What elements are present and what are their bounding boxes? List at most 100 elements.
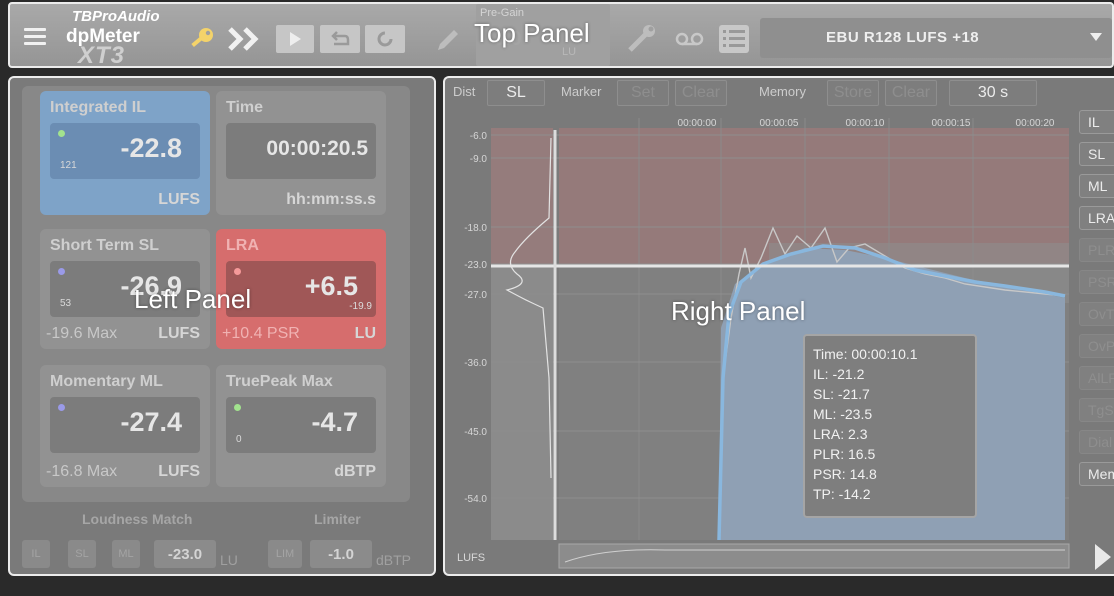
logo: TBProAudio dpMeter XT3 <box>58 8 186 66</box>
integrated-il-unit: LUFS <box>158 191 200 208</box>
truepeak-tile[interactable]: TruePeak Max 0 -4.7 dBTP <box>216 365 386 487</box>
side-button-tgst[interactable]: TgSt <box>1079 398 1114 422</box>
time-tick-label: 00:00:05 <box>760 118 799 129</box>
lra-low: -19.9 <box>349 301 372 312</box>
right-panel-label: Right Panel <box>671 296 806 326</box>
match-unit: LU <box>220 552 238 568</box>
logo-version: XT3 <box>78 42 126 68</box>
undo-button[interactable] <box>320 25 360 53</box>
truepeak-count: 0 <box>236 434 242 445</box>
play-icon <box>290 32 301 46</box>
limiter-button[interactable]: LIM <box>268 540 302 568</box>
chevron-down-icon <box>1090 33 1102 41</box>
time-tick-label: 00:00:20 <box>1016 118 1055 129</box>
time-value: 00:00:20.5 <box>266 137 368 160</box>
integrated-il-count: 121 <box>60 160 77 171</box>
truepeak-display: 0 -4.7 <box>226 397 376 453</box>
status-dot <box>58 404 65 411</box>
momentary-display: -27.4 <box>50 397 200 453</box>
truepeak-unit: dBTP <box>334 463 376 480</box>
short-term-count: 53 <box>60 298 72 309</box>
side-button-lra[interactable]: LRA <box>1079 206 1114 230</box>
integrated-il-tile[interactable]: Integrated IL 121 -22.8 LUFS <box>40 91 210 215</box>
tooltip-psr: PSR: 14.8 <box>813 466 877 482</box>
side-button-psr[interactable]: PSR <box>1079 270 1114 294</box>
match-ml-button[interactable]: ML <box>112 540 140 568</box>
limiter-value[interactable]: -1.0 <box>310 540 372 568</box>
time-tick-label: 00:00:00 <box>678 118 717 129</box>
limiter-label: Limiter <box>314 511 361 527</box>
tooltip-lra: LRA: 2.3 <box>813 426 868 442</box>
distribution-over-zone <box>491 128 553 266</box>
preset-label: EBU R128 LUFS +18 <box>826 29 980 46</box>
momentary-value: -27.4 <box>120 407 182 437</box>
tooltip-time: Time: 00:00:10.1 <box>813 346 918 362</box>
lra-unit: LU <box>354 325 376 342</box>
list-icon[interactable] <box>718 24 750 54</box>
tape-icon[interactable] <box>674 30 706 48</box>
short-term-max: -19.6 Max <box>46 325 118 342</box>
integrated-il-display: 121 -22.8 <box>50 123 200 179</box>
tooltip-il: IL: -21.2 <box>813 366 865 382</box>
side-button-mem[interactable]: Mem <box>1079 462 1114 486</box>
refresh-icon <box>377 31 393 47</box>
right-panel: Dist SL Marker Set Clear Memory Store Cl… <box>443 76 1114 576</box>
top-panel-label: Top Panel <box>474 18 590 48</box>
side-button-ovtp[interactable]: OvTP <box>1079 302 1114 326</box>
menu-icon[interactable] <box>24 28 46 46</box>
time-tile[interactable]: Time 00:00:20.5 hh:mm:ss.s <box>216 91 386 215</box>
side-button-il[interactable]: IL <box>1079 110 1114 134</box>
play-button[interactable] <box>276 25 314 53</box>
tooltip-sl: SL: -21.7 <box>813 386 870 402</box>
match-sl-button[interactable]: SL <box>68 540 96 568</box>
logo-brand: TBProAudio <box>72 8 160 25</box>
side-button-plr[interactable]: PLR <box>1079 238 1114 262</box>
side-button-allr[interactable]: AlLR <box>1079 366 1114 390</box>
graph-tooltip: Time: 00:00:10.1 IL: -21.2 SL: -21.7 ML:… <box>803 334 977 518</box>
lra-value: +6.5 <box>304 271 358 301</box>
level-tick-label: -54.0 <box>464 494 487 505</box>
match-target-value[interactable]: -23.0 <box>154 540 216 568</box>
tooltip-plr: PLR: 16.5 <box>813 446 876 462</box>
loudness-match-label: Loudness Match <box>82 511 193 527</box>
momentary-unit: LUFS <box>158 463 200 480</box>
status-dot <box>58 130 65 137</box>
loudness-history-graph[interactable]: 00:00:00 00:00:05 00:00:10 00:00:15 00:00:20… <box>445 78 1114 576</box>
undo-icon <box>331 31 350 46</box>
short-term-unit: LUFS <box>158 325 200 342</box>
truepeak-title: TruePeak Max <box>226 373 333 390</box>
side-button-dial[interactable]: Dial <box>1079 430 1114 454</box>
left-panel: Integrated IL 121 -22.8 LUFS Time 00:00:… <box>8 76 436 576</box>
limiter-unit: dBTP <box>376 552 412 568</box>
level-tick-label: -18.0 <box>464 223 487 234</box>
truepeak-value: -4.7 <box>311 407 358 437</box>
refresh-button[interactable] <box>365 25 405 53</box>
top-panel: TBProAudio dpMeter XT3 Pre-Gain 0.0 LU E… <box>8 2 1114 68</box>
level-tick-label: -45.0 <box>464 427 487 438</box>
status-dot <box>234 404 241 411</box>
pencil-icon[interactable] <box>434 26 462 54</box>
overview-strip <box>558 543 1070 569</box>
key-icon[interactable] <box>188 26 216 52</box>
tooltip-ml: ML: -23.5 <box>813 406 873 422</box>
momentary-title: Momentary ML <box>50 373 163 390</box>
time-tick-label: 00:00:10 <box>846 118 885 129</box>
side-button-sl[interactable]: SL <box>1079 142 1114 166</box>
momentary-tile[interactable]: Momentary ML -27.4 -16.8 Max LUFS <box>40 365 210 487</box>
integrated-il-title: Integrated IL <box>50 99 147 116</box>
double-chevron-icon[interactable] <box>228 26 264 52</box>
match-il-button[interactable]: IL <box>22 540 50 568</box>
status-dot <box>58 268 65 275</box>
preset-dropdown[interactable]: EBU R128 LUFS +18 <box>760 18 1112 58</box>
level-tick-label: -27.0 <box>464 290 487 301</box>
side-button-ml[interactable]: ML <box>1079 174 1114 198</box>
play-icon[interactable] <box>1095 544 1111 570</box>
time-tick-label: 00:00:15 <box>932 118 971 129</box>
wrench-icon[interactable] <box>624 24 660 54</box>
side-button-ovpk[interactable]: OvPk <box>1079 334 1114 358</box>
status-dot <box>234 268 241 275</box>
lufs-axis-label: LUFS <box>457 552 486 564</box>
level-tick-label: -9.0 <box>470 154 488 165</box>
momentary-max: -16.8 Max <box>46 463 118 480</box>
tooltip-tp: TP: -14.2 <box>813 486 871 502</box>
